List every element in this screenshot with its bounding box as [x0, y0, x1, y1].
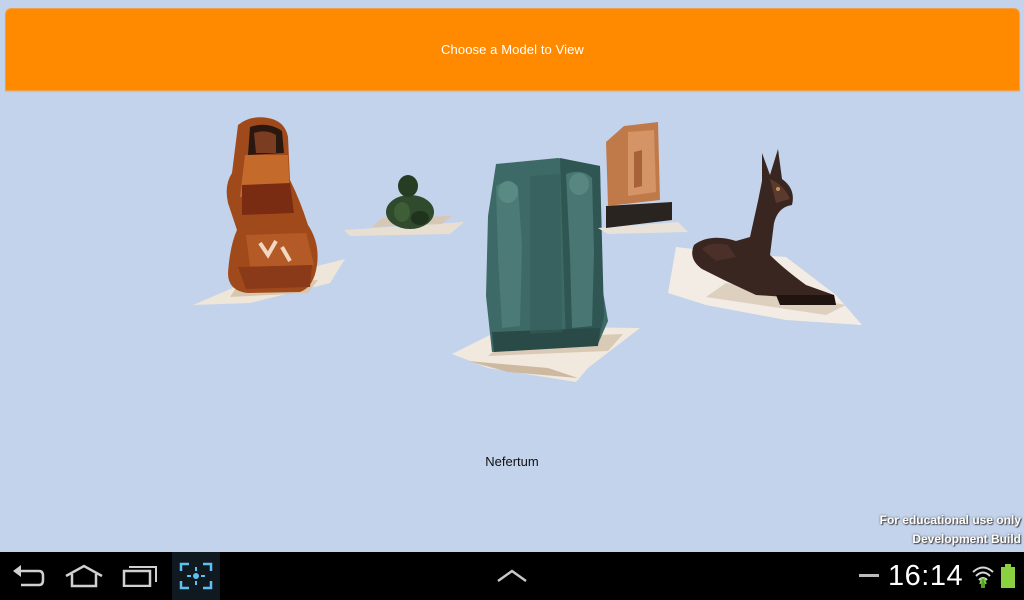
back-icon [11, 565, 45, 587]
choose-model-button[interactable]: Choose a Model to View [6, 9, 1019, 90]
sarcophagus-figure-model[interactable] [190, 115, 350, 310]
model-caption: Nefertum [485, 454, 539, 469]
recent-apps-icon [122, 565, 158, 587]
recent-apps-button[interactable] [120, 552, 160, 600]
wifi-icon [971, 564, 995, 588]
battery-icon [1001, 564, 1015, 588]
model-viewer-scene[interactable]: Nefertum [0, 90, 1024, 550]
system-clock: 16:14 [888, 560, 964, 592]
screenshot-icon [179, 562, 213, 590]
home-button[interactable] [62, 552, 106, 600]
watermark-line-2: Development Build [912, 532, 1021, 546]
screenshot-button[interactable] [172, 552, 220, 600]
back-button[interactable] [8, 552, 48, 600]
anubis-jackal-model[interactable] [666, 145, 866, 330]
dash-icon [859, 574, 879, 578]
system-navigation-bar: 16:14 [0, 552, 1024, 600]
build-watermark: For educational use only Development Bui… [880, 511, 1021, 549]
wifi-status [970, 552, 996, 600]
up-chevron-icon [496, 569, 528, 583]
top-action-bar: Choose a Model to View [5, 8, 1020, 91]
battery-status [998, 552, 1018, 600]
watermark-line-1: For educational use only [879, 513, 1021, 527]
notification-dash[interactable] [856, 552, 882, 600]
up-chevron-button[interactable] [492, 552, 532, 600]
home-icon [64, 564, 104, 588]
